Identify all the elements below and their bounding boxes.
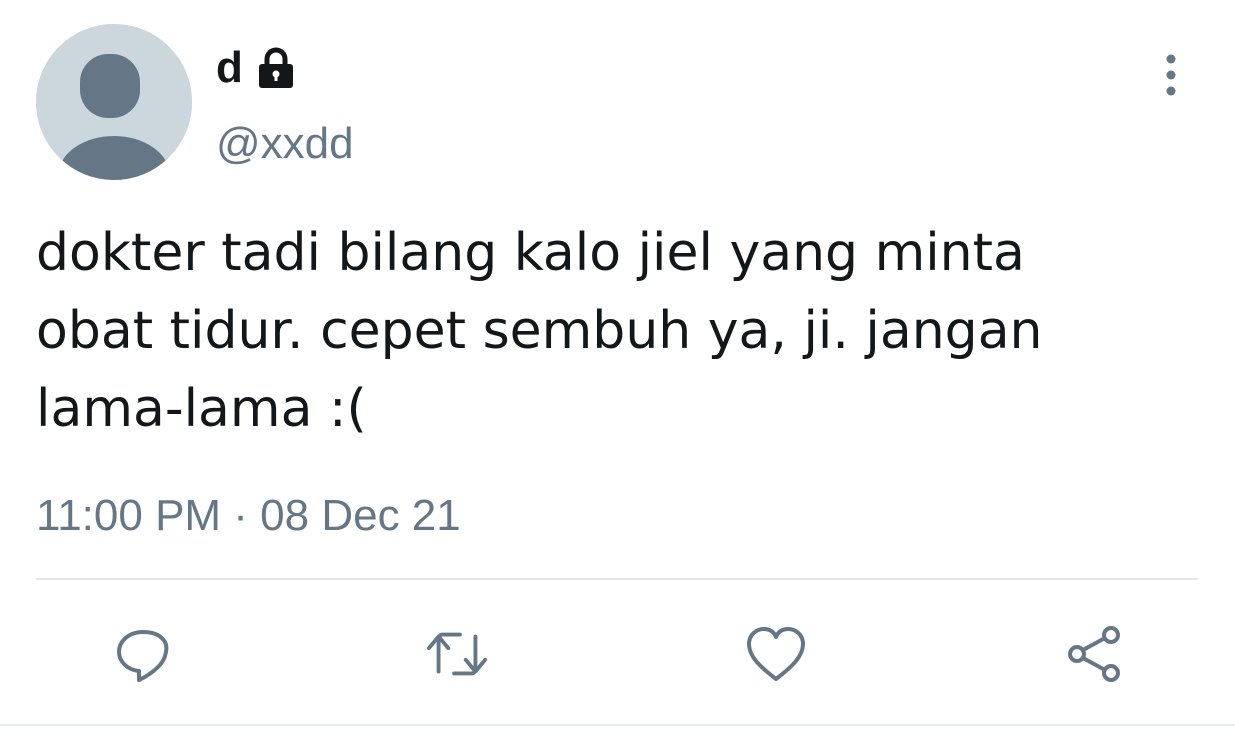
tweet-card: d @xxdd dokter tadi bilang kalo jiel yan…: [0, 0, 1235, 744]
reply-button[interactable]: [111, 622, 175, 686]
author-name-row: d: [216, 40, 299, 96]
retweet-button[interactable]: [425, 622, 489, 686]
display-name[interactable]: d: [216, 46, 243, 90]
share-button[interactable]: [1062, 622, 1126, 686]
default-profile-icon: [36, 24, 192, 180]
tweet-timestamp[interactable]: 11:00 PM · 08 Dec 21: [36, 490, 461, 543]
like-icon: [747, 627, 805, 681]
more-options-button[interactable]: [1146, 50, 1196, 100]
like-button[interactable]: [744, 622, 808, 686]
retweet-icon: [426, 632, 488, 676]
divider: [36, 578, 1198, 580]
tweet-text: dokter tadi bilang kalo jiel yang minta …: [36, 223, 1043, 439]
reply-icon: [117, 630, 169, 682]
bottom-divider: [0, 724, 1235, 726]
share-icon: [1068, 626, 1120, 682]
more-vertical-icon: [1166, 54, 1176, 96]
avatar[interactable]: [36, 24, 192, 180]
lock-icon: [253, 45, 299, 91]
user-handle[interactable]: @xxdd: [216, 118, 354, 171]
